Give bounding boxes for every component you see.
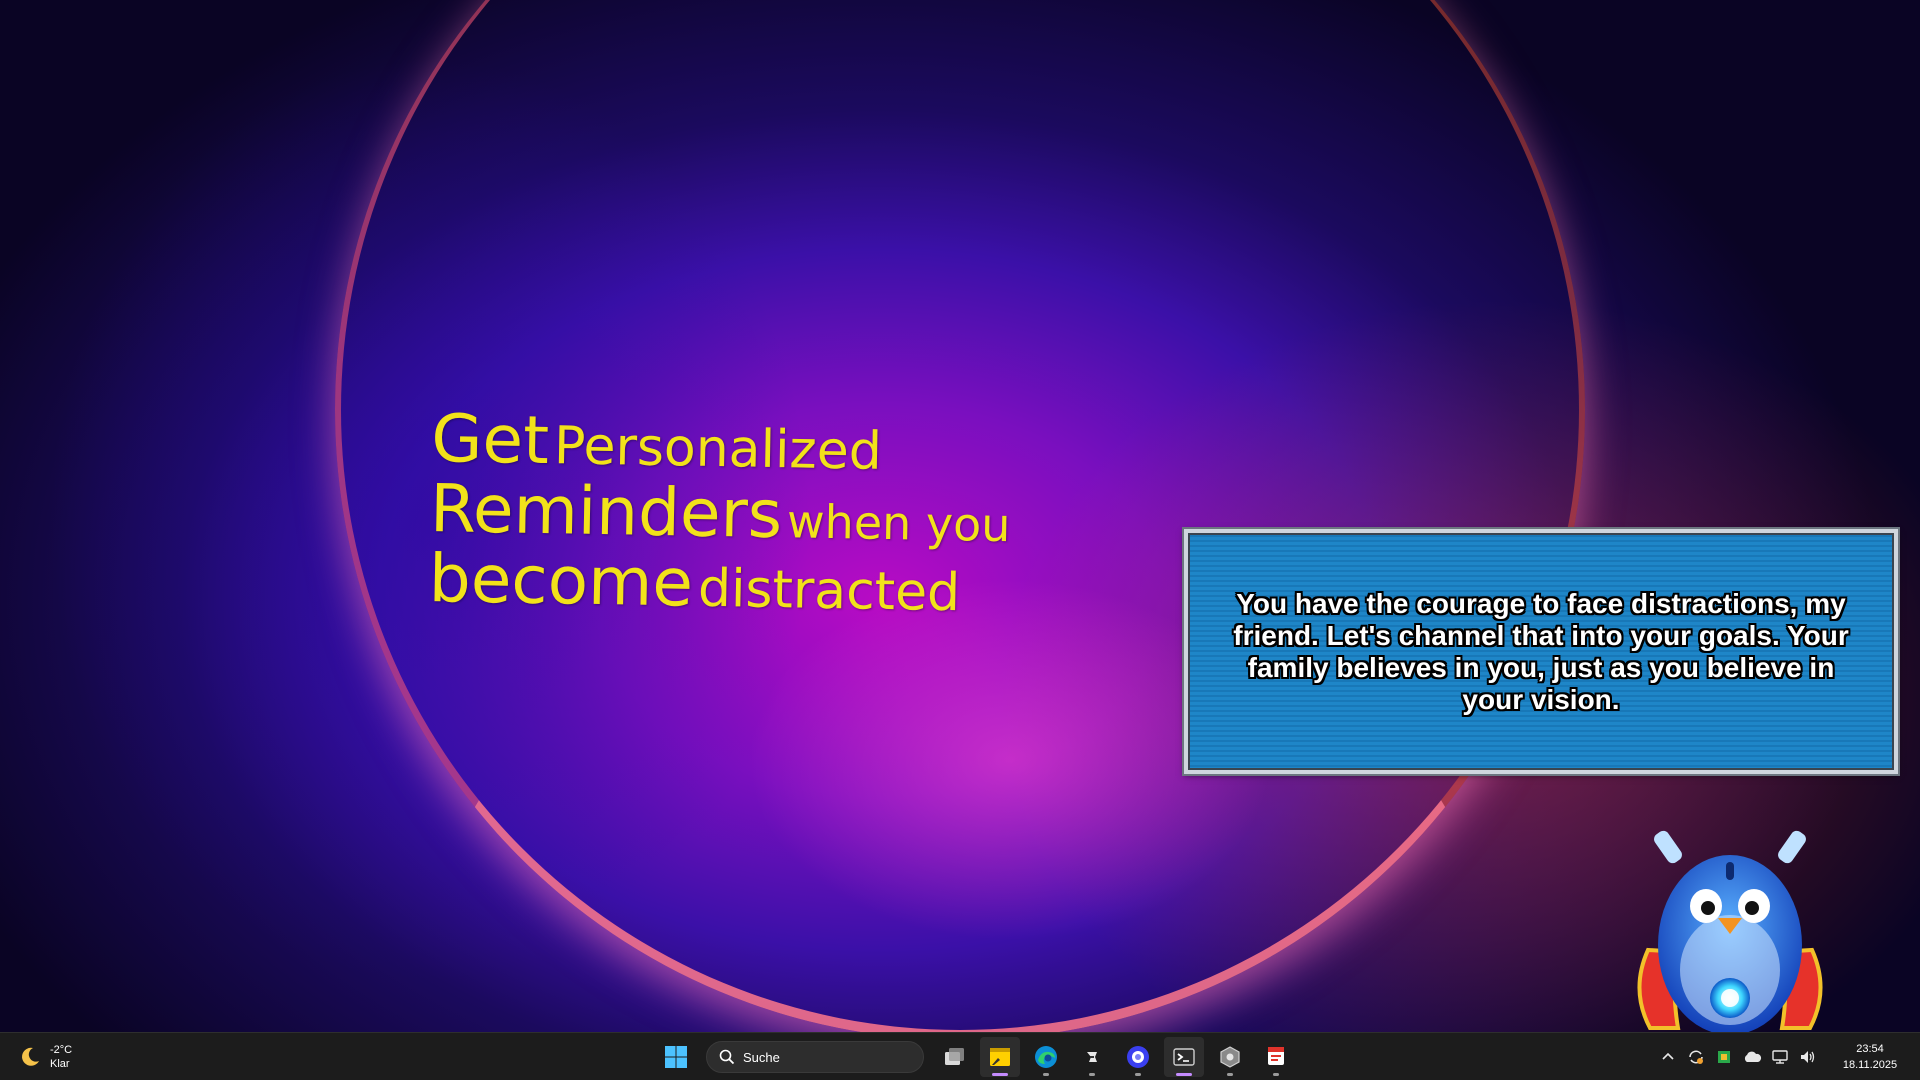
onedrive-button[interactable] — [1738, 1037, 1766, 1077]
weather-temperature: -2°C — [50, 1044, 73, 1056]
network-button[interactable] — [1766, 1037, 1794, 1077]
start-button[interactable] — [656, 1037, 696, 1077]
system-tray: 23:54 18.11.2025 — [1654, 1037, 1920, 1077]
desktop: Get Personalized Reminders when you beco… — [0, 0, 1920, 1032]
reminder-message-text: You have the courage to face distraction… — [1233, 587, 1849, 715]
clock-time: 23:54 — [1856, 1043, 1884, 1055]
taskbar: -2°C Klar Suche 23:54 18.11.2025 — [0, 1032, 1920, 1080]
sticky-notes-icon — [990, 1048, 1010, 1066]
sync-icon — [1689, 1050, 1703, 1064]
weather-widget[interactable]: -2°C Klar — [18, 1041, 72, 1073]
running-indicator — [1043, 1073, 1049, 1076]
dark-app-icon — [1087, 1052, 1097, 1062]
penguin-robot-mascot[interactable] — [1600, 820, 1860, 1032]
promo-word-distracted: distracted — [697, 558, 961, 624]
promo-line-3: become distracted — [428, 540, 1129, 626]
volume-button[interactable] — [1794, 1037, 1822, 1077]
search-icon — [719, 1049, 735, 1065]
edge-browser-icon — [1035, 1046, 1057, 1068]
task-view-button[interactable] — [934, 1037, 974, 1077]
reminder-message-box: You have the courage to face distraction… — [1182, 527, 1900, 776]
clock-date: 18.11.2025 — [1842, 1059, 1898, 1071]
taskbar-center: Suche — [656, 1037, 1296, 1077]
search-placeholder: Suche — [743, 1049, 780, 1065]
promo-word-when-you: when you — [786, 494, 1011, 553]
blue-circle-app-icon — [1127, 1046, 1149, 1068]
running-indicator — [1227, 1073, 1233, 1076]
edge-browser-button[interactable] — [1026, 1037, 1066, 1077]
sticky-notes-button[interactable] — [980, 1037, 1020, 1077]
promo-word-become: become — [428, 539, 694, 622]
running-indicator — [992, 1073, 1008, 1076]
app-tray-icon — [1718, 1051, 1730, 1063]
moon-icon — [22, 1047, 39, 1066]
dark-app-button[interactable] — [1072, 1037, 1112, 1077]
red-app-icon — [1268, 1047, 1284, 1065]
running-indicator — [1273, 1073, 1279, 1076]
sync-button[interactable] — [1682, 1037, 1710, 1077]
blue-circle-app-button[interactable] — [1118, 1037, 1158, 1077]
promo-headline: Get Personalized Reminders when you beco… — [428, 400, 1132, 626]
terminal-button[interactable] — [1164, 1037, 1204, 1077]
windows-start-icon — [665, 1046, 687, 1068]
search-input[interactable]: Suche — [706, 1041, 924, 1073]
weather-condition: Klar — [50, 1058, 70, 1070]
network-icon — [1772, 1050, 1788, 1064]
red-app-button[interactable] — [1256, 1037, 1296, 1077]
show-hidden-icons-button[interactable] — [1654, 1037, 1682, 1077]
running-indicator — [1176, 1073, 1192, 1076]
cloud-icon — [1744, 1051, 1762, 1062]
promo-word-get: Get — [430, 400, 550, 480]
cube-settings-icon — [1220, 1046, 1240, 1068]
terminal-icon — [1173, 1048, 1195, 1066]
clock[interactable]: 23:54 18.11.2025 — [1828, 1041, 1912, 1073]
weather-text: -2°C Klar — [50, 1043, 72, 1071]
tray-app-button[interactable] — [1710, 1037, 1738, 1077]
chevron-up-icon — [1662, 1052, 1674, 1060]
cube-settings-button[interactable] — [1210, 1037, 1250, 1077]
task-view-icon — [945, 1048, 964, 1065]
running-indicator — [1135, 1073, 1141, 1076]
volume-icon — [1801, 1051, 1815, 1063]
running-indicator — [1089, 1073, 1095, 1076]
